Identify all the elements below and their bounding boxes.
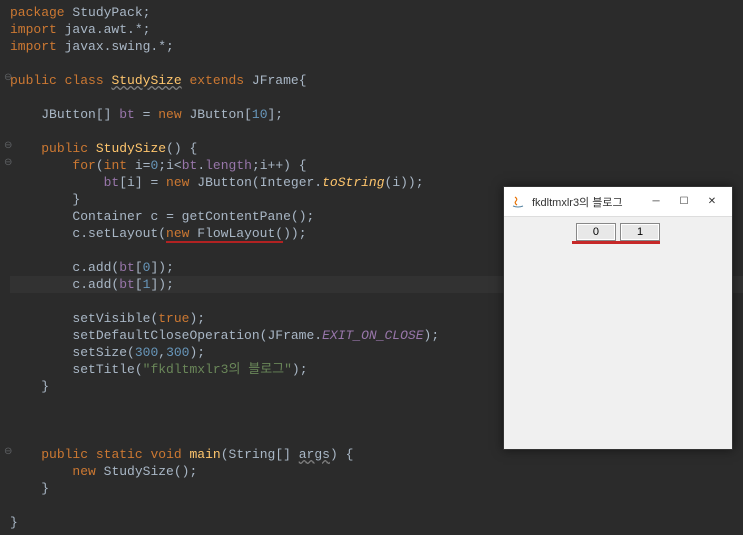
annotation-underline [572,241,660,244]
editor-gutter: ⊖ ⊖ ⊖ ⊖ [0,0,30,535]
window-controls: ─ ☐ ✕ [642,192,726,212]
window-titlebar[interactable]: fkdltmxlr3의 블로그 ─ ☐ ✕ [504,187,732,217]
close-button[interactable]: ✕ [698,192,726,212]
button-1[interactable]: 1 [620,223,660,241]
minimize-button[interactable]: ─ [642,192,670,212]
window-title: fkdltmxlr3의 블로그 [532,194,642,210]
maximize-button[interactable]: ☐ [670,192,698,212]
java-swing-window: fkdltmxlr3의 블로그 ─ ☐ ✕ 0 1 [503,186,733,450]
fold-icon[interactable]: ⊖ [4,70,12,87]
class-name: StudySize [111,73,181,88]
java-icon [510,194,526,210]
fold-icon[interactable]: ⊖ [4,444,12,461]
button-0[interactable]: 0 [576,223,616,241]
fold-icon[interactable]: ⊖ [4,138,12,155]
fold-icon[interactable]: ⊖ [4,155,12,172]
